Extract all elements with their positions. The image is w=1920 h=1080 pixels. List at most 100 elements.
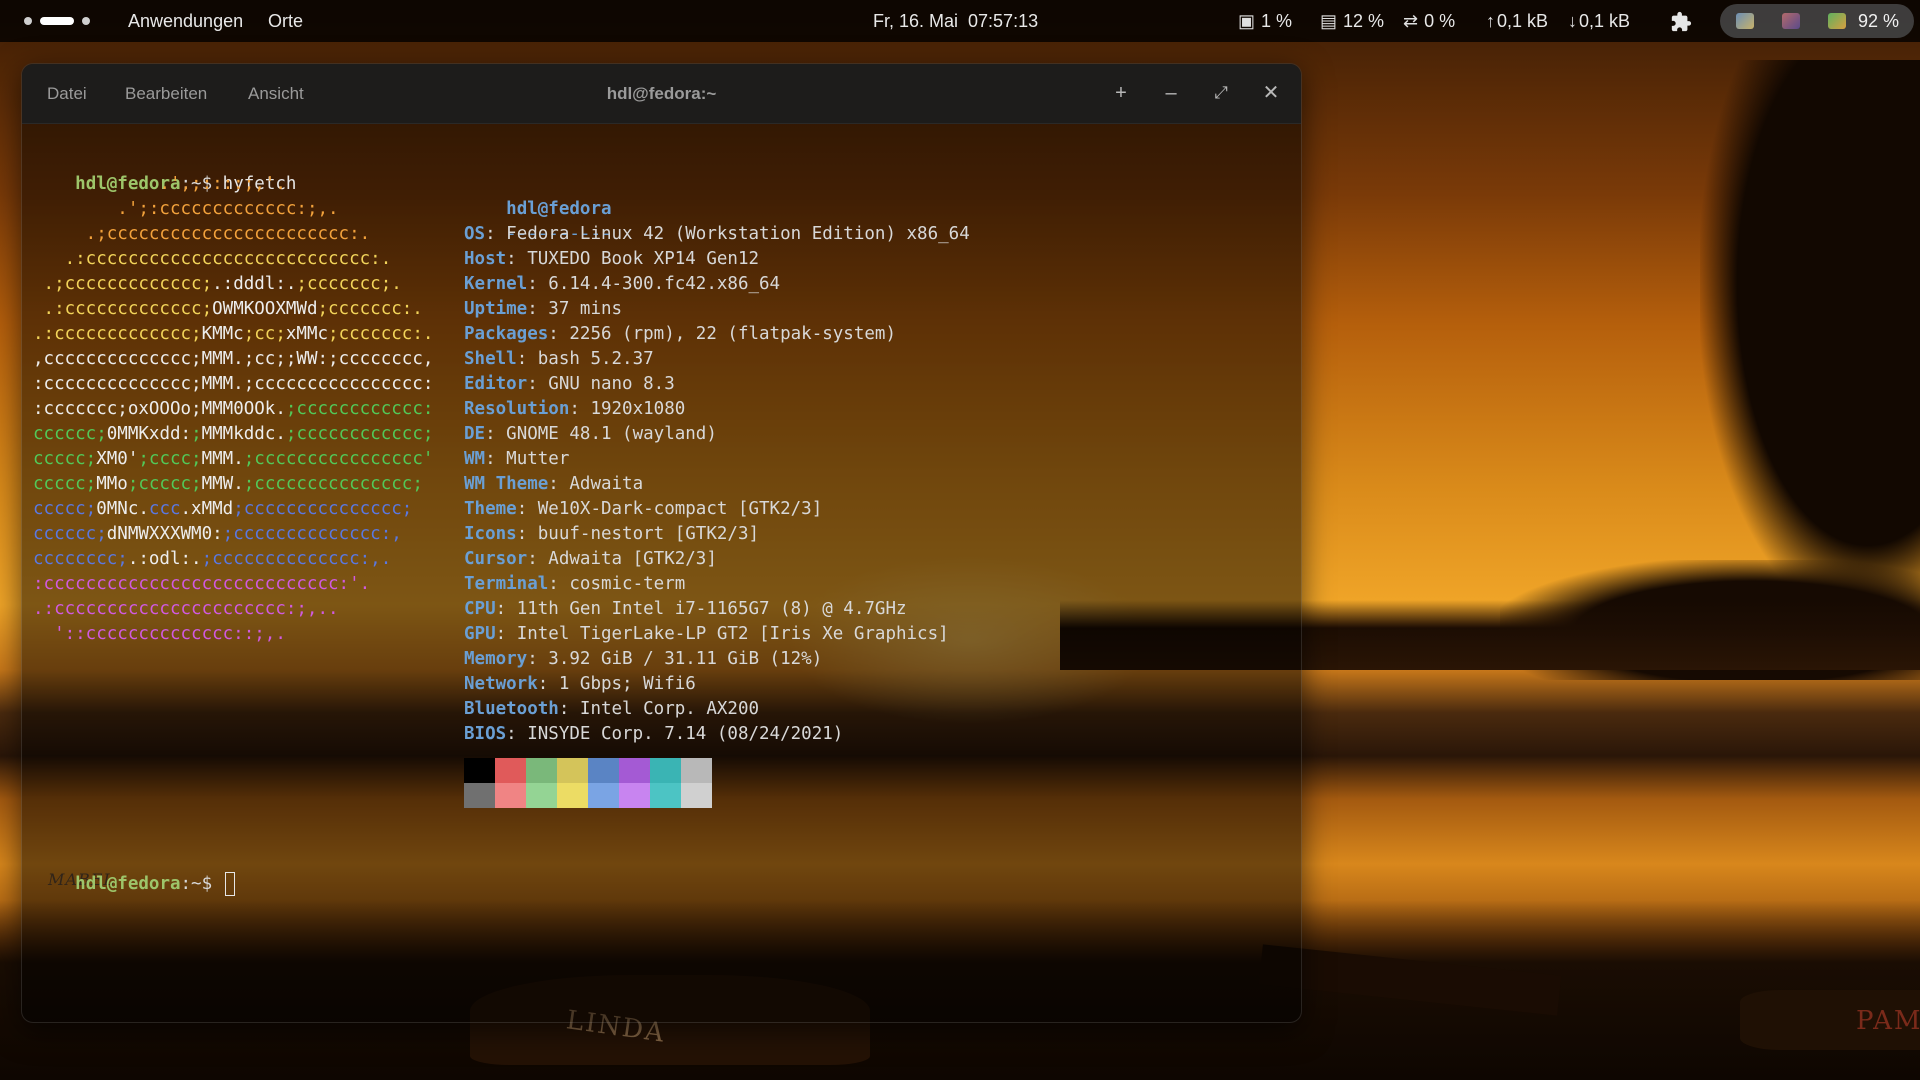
ascii-logo-segment: MMM0OOk. xyxy=(201,399,286,419)
info-separator: : xyxy=(527,299,549,319)
ascii-logo-line: cccccc;0MMKxdd:;MMMkddc.;cccccccccccc; xyxy=(33,422,433,447)
arrow-down-icon: ↓ xyxy=(1568,11,1577,31)
info-header: hdl@fedora xyxy=(464,172,611,219)
menu-file[interactable]: Datei xyxy=(47,64,87,123)
ascii-logo-line: cccccc;dNMWXXXWM0:;cccccccccccccc:, xyxy=(33,522,402,547)
ascii-logo-segment: :ccccccc; xyxy=(33,399,128,419)
extensions-button[interactable] xyxy=(1670,0,1694,42)
menu-view[interactable]: Ansicht xyxy=(248,64,304,123)
info-separator: : xyxy=(527,649,549,669)
info-separator: : xyxy=(516,499,538,519)
upload-value: 0,1 kB xyxy=(1497,11,1549,31)
ascii-logo-segment: ccccc; xyxy=(33,499,97,519)
swap-monitor[interactable]: ⇄ 0 % xyxy=(1403,0,1455,42)
workspace-indicator[interactable] xyxy=(24,0,90,42)
active-prompt[interactable]: hdl@fedora:~$ xyxy=(33,847,235,896)
arrow-up-icon: ↑ xyxy=(1486,11,1495,31)
info-value: Intel TigerLake-LP GT2 [Iris Xe Graphics… xyxy=(516,624,949,644)
new-tab-button[interactable]: + xyxy=(1106,78,1136,108)
info-key: Cursor xyxy=(464,549,528,569)
info-key: Uptime xyxy=(464,299,528,319)
ascii-logo-line: .';:ccccccccccccc:;,. xyxy=(33,197,339,222)
info-value: GNU nano 8.3 xyxy=(548,374,675,394)
info-separator: : xyxy=(548,474,570,494)
ascii-logo-line: .:ccccccccccccccccccccccccccc:. xyxy=(33,247,392,272)
cpu-icon: ▣ xyxy=(1238,11,1256,31)
memory-value: 12 % xyxy=(1343,11,1385,31)
ascii-logo-segment: .:cccccccccccccccccccccc:;,.. xyxy=(33,599,339,619)
info-value: Adwaita [GTK2/3] xyxy=(548,549,717,569)
ascii-logo-segment: ;ccccccccccccccc; xyxy=(243,474,423,494)
info-row: Cursor: Adwaita [GTK2/3] xyxy=(464,547,717,572)
info-separator: : xyxy=(527,274,549,294)
menu-edit[interactable]: Bearbeiten xyxy=(125,64,207,123)
upload-monitor[interactable]: ↑ 0,1 kB xyxy=(1486,0,1548,42)
info-separator: : xyxy=(495,624,517,644)
swap-icon: ⇄ xyxy=(1403,11,1419,31)
ascii-logo-line: ,cccccccccccccc;MMM.;cc;;WW:;cccccccc, xyxy=(33,347,433,372)
info-separator: : xyxy=(485,224,507,244)
info-value: 6.14.4-300.fc42.x86_64 xyxy=(548,274,781,294)
ascii-logo-segment: ;cccccccccccccc:, xyxy=(222,524,402,544)
ascii-logo-segment: .',;::::;,'. xyxy=(33,174,286,194)
info-row: WM: Mutter xyxy=(464,447,569,472)
clock[interactable]: Fr, 16. Mai 07:57:13 xyxy=(873,0,1038,42)
terminal-window[interactable]: Datei Bearbeiten Ansicht hdl@fedora:~ + … xyxy=(21,63,1302,1023)
text-cursor xyxy=(224,872,235,896)
ascii-logo-line: ccccc;XM0';cccc;MMM.;cccccccccccccccc' xyxy=(33,447,433,472)
info-row: Packages: 2256 (rpm), 22 (flatpak-system… xyxy=(464,322,896,347)
download-monitor[interactable]: ↓ 0,1 kB xyxy=(1568,0,1630,42)
command-line: hdl@fedora:~$ hyfetch xyxy=(33,147,296,194)
ascii-logo-segment: ;WW: xyxy=(285,349,329,369)
palette-swatch xyxy=(681,758,712,783)
ascii-logo-segment: ;cccccccccccccccc: xyxy=(243,374,434,394)
ascii-logo-segment: ;ccccccccccccccc; xyxy=(233,499,413,519)
ascii-logo-segment: cccccc; xyxy=(33,524,107,544)
puzzle-icon xyxy=(1671,12,1692,32)
workspace-dot[interactable] xyxy=(24,17,32,25)
tray-app-icon[interactable] xyxy=(1736,13,1754,29)
close-button[interactable]: ✕ xyxy=(1256,78,1286,108)
ascii-logo-segment: OWMKOOXMWd xyxy=(212,299,318,319)
ascii-logo-segment: ;cc; xyxy=(243,324,286,344)
window-titlebar[interactable]: Datei Bearbeiten Ansicht hdl@fedora:~ + … xyxy=(22,64,1301,124)
ascii-logo-segment: ;cccccccccccccccc' xyxy=(243,449,434,469)
info-separator: : xyxy=(485,424,507,444)
system-tray[interactable]: 92 % xyxy=(1720,4,1914,38)
palette-swatch xyxy=(464,758,495,783)
applications-menu[interactable]: Anwendungen xyxy=(128,0,243,42)
ascii-logo-segment: xMMc xyxy=(285,324,329,344)
info-separator: : xyxy=(548,324,570,344)
ascii-logo-line: '::cccccccccccccc::;,. xyxy=(33,622,286,647)
ascii-logo-segment: :cccccccccccccc; xyxy=(33,374,202,394)
ascii-logo-line: .;ccccccccccccc;.:dddl:.;ccccccc;. xyxy=(33,272,402,297)
ascii-logo-segment: c:;,. xyxy=(285,199,339,219)
ascii-logo-line: .:ccccccccccccc;KMMc;cc;xMMc;ccccccc:. xyxy=(33,322,433,347)
info-value: buuf-nestort [GTK2/3] xyxy=(537,524,760,544)
info-separator: : xyxy=(506,249,528,269)
ascii-logo-line: cccccccc;.:odl:.;cccccccccccccc:,. xyxy=(33,547,391,572)
info-value: 1 Gbps; Wifi6 xyxy=(558,674,696,694)
ascii-logo-segment: cccccc; xyxy=(33,424,107,444)
info-key: Theme xyxy=(464,499,517,519)
ascii-logo-line: :cccccccccccccccccccccccccccc:'. xyxy=(33,572,370,597)
workspace-dot[interactable] xyxy=(82,17,90,25)
maximize-button[interactable]: ⤢ xyxy=(1206,78,1236,108)
prompt-user: hdl@fedora xyxy=(75,874,181,894)
info-separator: : xyxy=(516,349,538,369)
info-key: Shell xyxy=(464,349,517,369)
info-separator: : xyxy=(548,574,570,594)
info-row: BIOS: INSYDE Corp. 7.14 (08/24/2021) xyxy=(464,722,843,747)
places-menu[interactable]: Orte xyxy=(268,0,303,42)
info-value: bash 5.2.37 xyxy=(537,349,654,369)
cpu-monitor[interactable]: ▣ 1 % xyxy=(1238,0,1292,42)
minimize-button[interactable]: – xyxy=(1156,78,1186,108)
memory-monitor[interactable]: ▤ 12 % xyxy=(1320,0,1384,42)
info-separator: : xyxy=(537,674,559,694)
workspace-active[interactable] xyxy=(40,17,74,25)
battery-icon[interactable] xyxy=(1828,13,1846,29)
info-key: CPU xyxy=(464,599,496,619)
minimize-icon: – xyxy=(1165,82,1177,104)
tray-app-icon[interactable] xyxy=(1782,13,1800,29)
ascii-logo-segment: MMM. xyxy=(201,349,244,369)
